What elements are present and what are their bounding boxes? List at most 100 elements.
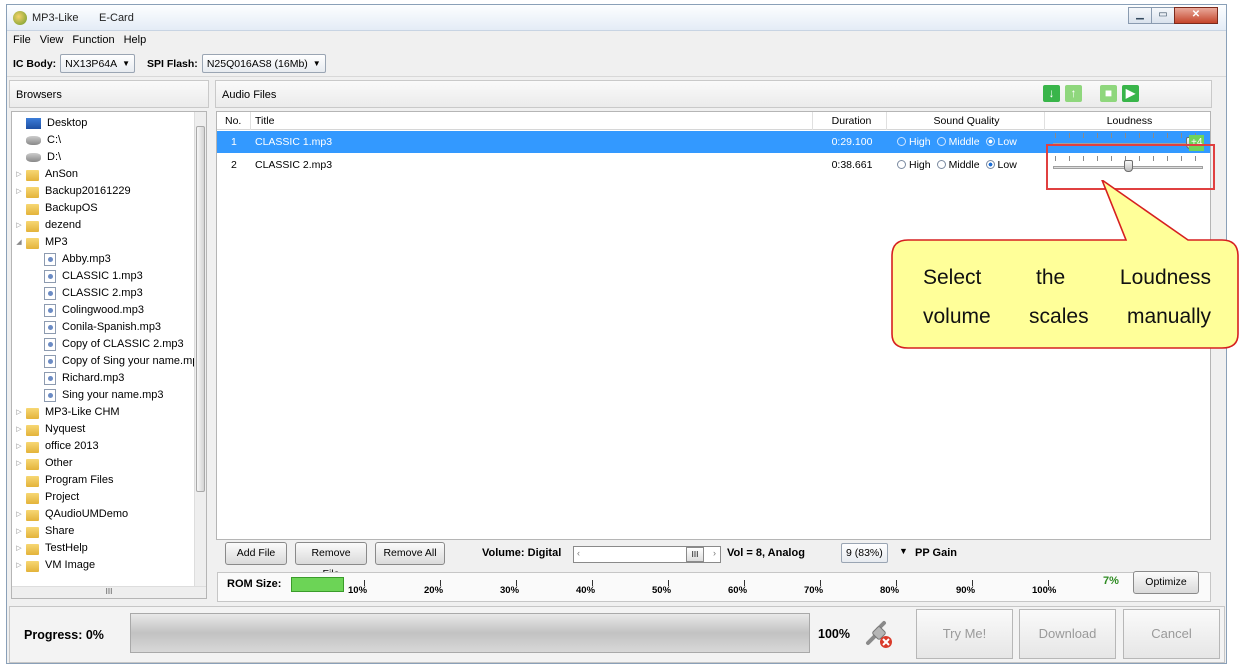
tree-horizontal-scrollbar[interactable]: III	[12, 586, 206, 598]
tree-item-file[interactable]: Colingwood.mp3	[14, 302, 206, 319]
tree-item-folder[interactable]: C:\	[14, 132, 206, 149]
expand-arrow-icon[interactable]: ▷	[14, 523, 24, 540]
expand-arrow-icon[interactable]: ▷	[14, 166, 24, 183]
tree-item-folder[interactable]: ▷ office 2013	[14, 438, 206, 455]
stop-icon[interactable]: ■	[1100, 85, 1117, 102]
spi-flash-select[interactable]: N25Q016AS8 (16Mb) ▼	[201, 54, 326, 73]
tree-item-label: CLASSIC 2.mp3	[62, 287, 143, 299]
tree-item-folder[interactable]: BackupOS	[14, 200, 206, 217]
tree-item-file[interactable]: Abby.mp3	[14, 251, 206, 268]
move-up-icon[interactable]: ↑	[1065, 85, 1082, 102]
radio-icon[interactable]	[985, 160, 995, 169]
tree-item-folder[interactable]: D:\	[14, 149, 206, 166]
tree-item-folder[interactable]: Project	[14, 489, 206, 506]
expand-arrow-icon[interactable]: ▷	[14, 506, 24, 523]
play-icon[interactable]: ▶	[1122, 85, 1139, 102]
folder-icon	[26, 408, 39, 419]
tree-item-label: Colingwood.mp3	[62, 304, 144, 316]
expand-arrow-icon[interactable]: ▷	[14, 438, 24, 455]
tree-item-file[interactable]: Copy of Sing your name.mp	[14, 353, 206, 370]
expand-arrow-icon[interactable]: ▷	[14, 183, 24, 200]
expand-arrow-icon[interactable]: ▷	[14, 421, 24, 438]
ic-body-select[interactable]: NX13P64A ▼	[60, 54, 136, 73]
tree-item-folder[interactable]: Desktop	[14, 115, 206, 132]
quality-option-low[interactable]: Low	[985, 136, 1017, 148]
close-button[interactable]: ✕	[1174, 7, 1218, 24]
folder-icon	[26, 221, 39, 232]
tree-scroll-thumb[interactable]	[196, 126, 205, 492]
col-duration[interactable]: Duration	[817, 112, 887, 130]
menu-file[interactable]: File	[13, 32, 31, 50]
tree-item-folder[interactable]: ◢ MP3	[14, 234, 206, 251]
add-file-button[interactable]: Add File	[225, 542, 287, 565]
analog-select[interactable]: 9 (83%)	[841, 543, 888, 563]
remove-file-button[interactable]: Remove File	[295, 542, 367, 580]
quality-option-low[interactable]: Low	[985, 159, 1017, 171]
tree-item-folder[interactable]: ▷ QAudioUMDemo	[14, 506, 206, 523]
radio-icon[interactable]	[897, 137, 906, 146]
remove-all-button[interactable]: Remove All	[375, 542, 445, 565]
folder-icon	[26, 204, 39, 215]
tree-item-file[interactable]: Sing your name.mp3	[14, 387, 206, 404]
tree-item-file[interactable]: Copy of CLASSIC 2.mp3	[14, 336, 206, 353]
rom-tick-label: 80%	[880, 585, 900, 596]
download-button[interactable]: Download	[1019, 609, 1116, 659]
expand-arrow-icon[interactable]: ▷	[14, 540, 24, 557]
col-sound-quality[interactable]: Sound Quality	[889, 112, 1045, 130]
expand-arrow-icon[interactable]: ◢	[14, 234, 24, 251]
tree-item-folder[interactable]: ▷ Backup20161229	[14, 183, 206, 200]
quality-option-label: Low	[997, 136, 1017, 148]
radio-icon[interactable]	[897, 160, 906, 169]
maximize-button[interactable]: ▭	[1151, 7, 1175, 24]
optimize-button[interactable]: Optimize	[1133, 571, 1199, 594]
radio-icon[interactable]	[936, 160, 946, 169]
quality-option-high[interactable]: High	[897, 136, 931, 148]
tree-item-folder[interactable]: ▷ Share	[14, 523, 206, 540]
menu-view[interactable]: View	[40, 32, 64, 50]
digital-volume-slider[interactable]: ‹ III ›	[573, 546, 721, 563]
volume-thumb[interactable]: III	[686, 547, 704, 562]
tree-item-folder[interactable]: ▷ Nyquest	[14, 421, 206, 438]
expand-arrow-icon[interactable]: ▷	[14, 217, 24, 234]
tree-item-file[interactable]: CLASSIC 2.mp3	[14, 285, 206, 302]
minimize-button[interactable]: ▁	[1128, 7, 1152, 24]
mp3-icon	[44, 304, 56, 317]
radio-icon[interactable]	[985, 137, 995, 146]
tree-item-file[interactable]: CLASSIC 1.mp3	[14, 268, 206, 285]
col-no[interactable]: No.	[225, 112, 251, 130]
tree-item-label: Richard.mp3	[62, 372, 125, 384]
try-me-button[interactable]: Try Me!	[916, 609, 1013, 659]
row-number: 2	[231, 159, 237, 171]
audio-files-title-text: Audio Files	[222, 89, 277, 101]
quality-option-middle[interactable]: Middle	[936, 136, 980, 148]
radio-icon[interactable]	[936, 137, 946, 146]
expand-arrow-icon[interactable]: ▷	[14, 557, 24, 574]
col-title[interactable]: Title	[255, 112, 813, 130]
expand-arrow-icon[interactable]: ▷	[14, 404, 24, 421]
cancel-button[interactable]: Cancel	[1123, 609, 1220, 659]
ic-body-value: NX13P64A	[65, 57, 118, 70]
tree-item-folder[interactable]: ▷ MP3-Like CHM	[14, 404, 206, 421]
menu-function[interactable]: Function	[72, 32, 114, 50]
scroll-left-icon[interactable]: ‹	[577, 548, 580, 558]
menu-help[interactable]: Help	[124, 32, 147, 50]
move-down-icon[interactable]: ↓	[1043, 85, 1060, 102]
tree-item-folder[interactable]: ▷ Other	[14, 455, 206, 472]
tree-item-label: Abby.mp3	[62, 253, 111, 265]
expand-arrow-icon[interactable]: ▷	[14, 455, 24, 472]
chevron-down-icon[interactable]: ▼	[899, 546, 908, 556]
quality-option-high[interactable]: High	[897, 159, 931, 171]
tree-item-file[interactable]: Conila-Spanish.mp3	[14, 319, 206, 336]
file-browser-tree[interactable]: Desktop C:\ D:\ ▷ AnSon ▷ Backup20161229 Backup…	[11, 111, 207, 599]
tree-item-file[interactable]: Richard.mp3	[14, 370, 206, 387]
tree-item-folder[interactable]: ▷ VM Image	[14, 557, 206, 574]
tree-item-folder[interactable]: Program Files	[14, 472, 206, 489]
tree-item-folder[interactable]: ▷ dezend	[14, 217, 206, 234]
scroll-right-icon[interactable]: ›	[713, 548, 716, 558]
tree-item-label: D:\	[47, 151, 62, 163]
tree-vertical-scrollbar[interactable]	[194, 112, 206, 598]
col-loudness[interactable]: Loudness	[1047, 112, 1212, 130]
quality-option-middle[interactable]: Middle	[936, 159, 980, 171]
tree-item-folder[interactable]: ▷ TestHelp	[14, 540, 206, 557]
tree-item-folder[interactable]: ▷ AnSon	[14, 166, 206, 183]
